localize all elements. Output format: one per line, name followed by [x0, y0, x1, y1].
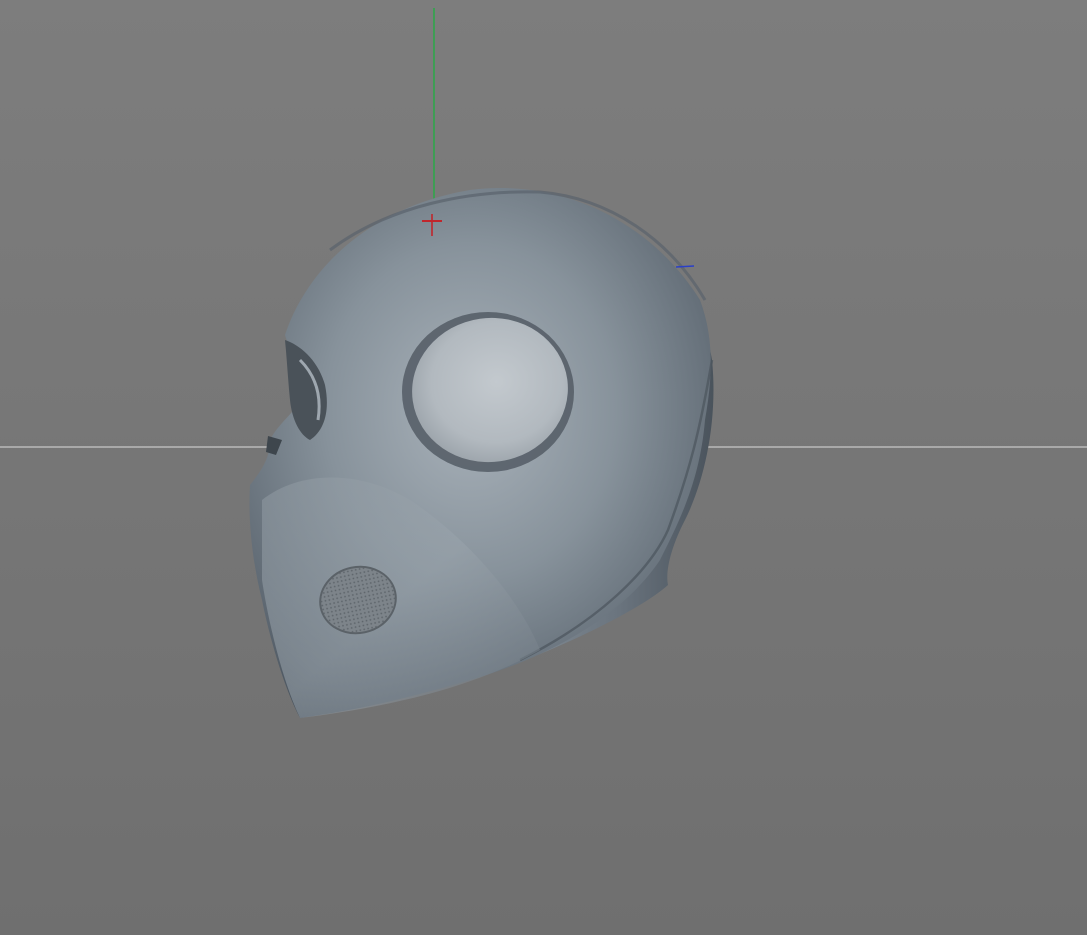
viewport-scene[interactable]: [0, 0, 1087, 935]
z-axis-marker: [675, 265, 695, 268]
3d-viewport[interactable]: [0, 0, 1087, 935]
helmet-mask-model[interactable]: [249, 187, 714, 719]
